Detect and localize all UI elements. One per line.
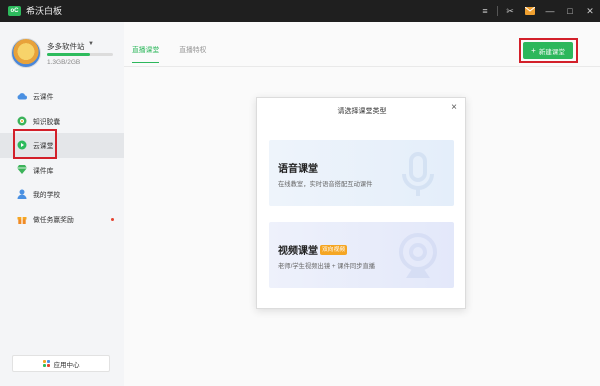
sidebar-item-label: 课件库 xyxy=(33,167,54,175)
classroom-type-dialog: 请选择课堂类型 × 语音课堂 在线教室，实时语音搭配互动课件 视频课堂 双向视频… xyxy=(256,97,466,309)
capsule-icon xyxy=(17,116,27,126)
school-icon xyxy=(17,189,27,200)
microphone-icon xyxy=(402,152,434,196)
sidebar-item-tasks-rewards[interactable]: 做任务赢奖励 xyxy=(0,207,124,232)
diamond-icon xyxy=(17,165,27,175)
divider xyxy=(497,6,498,16)
option-title-text: 视频课堂 xyxy=(278,246,318,257)
gift-icon xyxy=(17,214,27,224)
storage-text: 1.3GB/2GB xyxy=(47,59,81,66)
option-subtitle: 老师/学生视频出镜 + 课件同步直播 xyxy=(278,263,376,270)
dialog-title: 请选择课堂类型 xyxy=(337,108,387,115)
mail-icon[interactable] xyxy=(520,0,540,22)
cloud-icon xyxy=(17,91,27,101)
sidebar-item-my-school[interactable]: 我的学校 xyxy=(0,182,124,207)
app-center-button[interactable]: 应用中心 xyxy=(12,355,110,372)
play-circle-icon xyxy=(17,140,27,150)
app-grid-icon xyxy=(42,360,50,367)
sidebar-item-label: 云课堂 xyxy=(33,143,54,151)
storage-bar xyxy=(47,53,113,56)
dual-video-badge: 双向视频 xyxy=(320,244,348,255)
sidebar-item-label: 云课件 xyxy=(33,94,54,102)
sidebar-item-knowledge-capsule[interactable]: 知识胶囊 xyxy=(0,109,124,134)
sidebar-item-courseware-library[interactable]: 课件库 xyxy=(0,158,124,183)
sidebar-nav: 云课件 知识胶囊 云课堂 课件库 我的学校 做任务赢奖励 xyxy=(0,84,124,231)
sidebar-item-label: 知识胶囊 xyxy=(33,118,61,126)
close-button[interactable]: ✕ xyxy=(580,0,600,22)
close-icon[interactable]: × xyxy=(451,103,457,113)
user-name[interactable]: 多多软件站 xyxy=(47,41,85,52)
menu-icon[interactable]: ≡ xyxy=(475,0,495,22)
option-title: 视频课堂 双向视频 xyxy=(278,242,348,257)
voice-classroom-option[interactable]: 语音课堂 在线教室，实时语音搭配互动课件 xyxy=(269,140,454,206)
minimize-button[interactable]: — xyxy=(540,0,560,22)
video-classroom-option[interactable]: 视频课堂 双向视频 老师/学生视频出镜 + 课件同步直播 xyxy=(269,222,454,288)
sidebar: 多多软件站 ▼ 1.3GB/2GB 云课件 知识胶囊 云课堂 课件库 我的学校 … xyxy=(0,22,124,386)
storage-bar-fill xyxy=(47,53,90,56)
sidebar-item-cloud-courseware[interactable]: 云课件 xyxy=(0,84,124,109)
option-title: 语音课堂 xyxy=(278,160,318,175)
maximize-button[interactable]: □ xyxy=(560,0,580,22)
sidebar-item-cloud-classroom[interactable]: 云课堂 xyxy=(0,133,124,158)
sidebar-item-label: 做任务赢奖励 xyxy=(33,216,74,224)
title-bar: oC 希沃白板 ≡ ✂ — □ ✕ xyxy=(0,0,600,22)
scissors-icon[interactable]: ✂ xyxy=(500,0,520,22)
webcam-icon xyxy=(399,233,437,278)
app-logo: oC xyxy=(8,6,21,16)
option-title-text: 语音课堂 xyxy=(278,164,318,175)
caret-down-icon[interactable]: ▼ xyxy=(88,41,94,47)
window-controls: ≡ ✂ — □ ✕ xyxy=(475,0,600,22)
avatar[interactable] xyxy=(11,38,41,68)
option-subtitle: 在线教室，实时语音搭配互动课件 xyxy=(278,181,373,188)
app-title: 希沃白板 xyxy=(26,6,63,16)
sidebar-item-label: 我的学校 xyxy=(33,192,61,200)
notification-dot xyxy=(111,217,114,221)
app-center-label: 应用中心 xyxy=(53,361,80,369)
